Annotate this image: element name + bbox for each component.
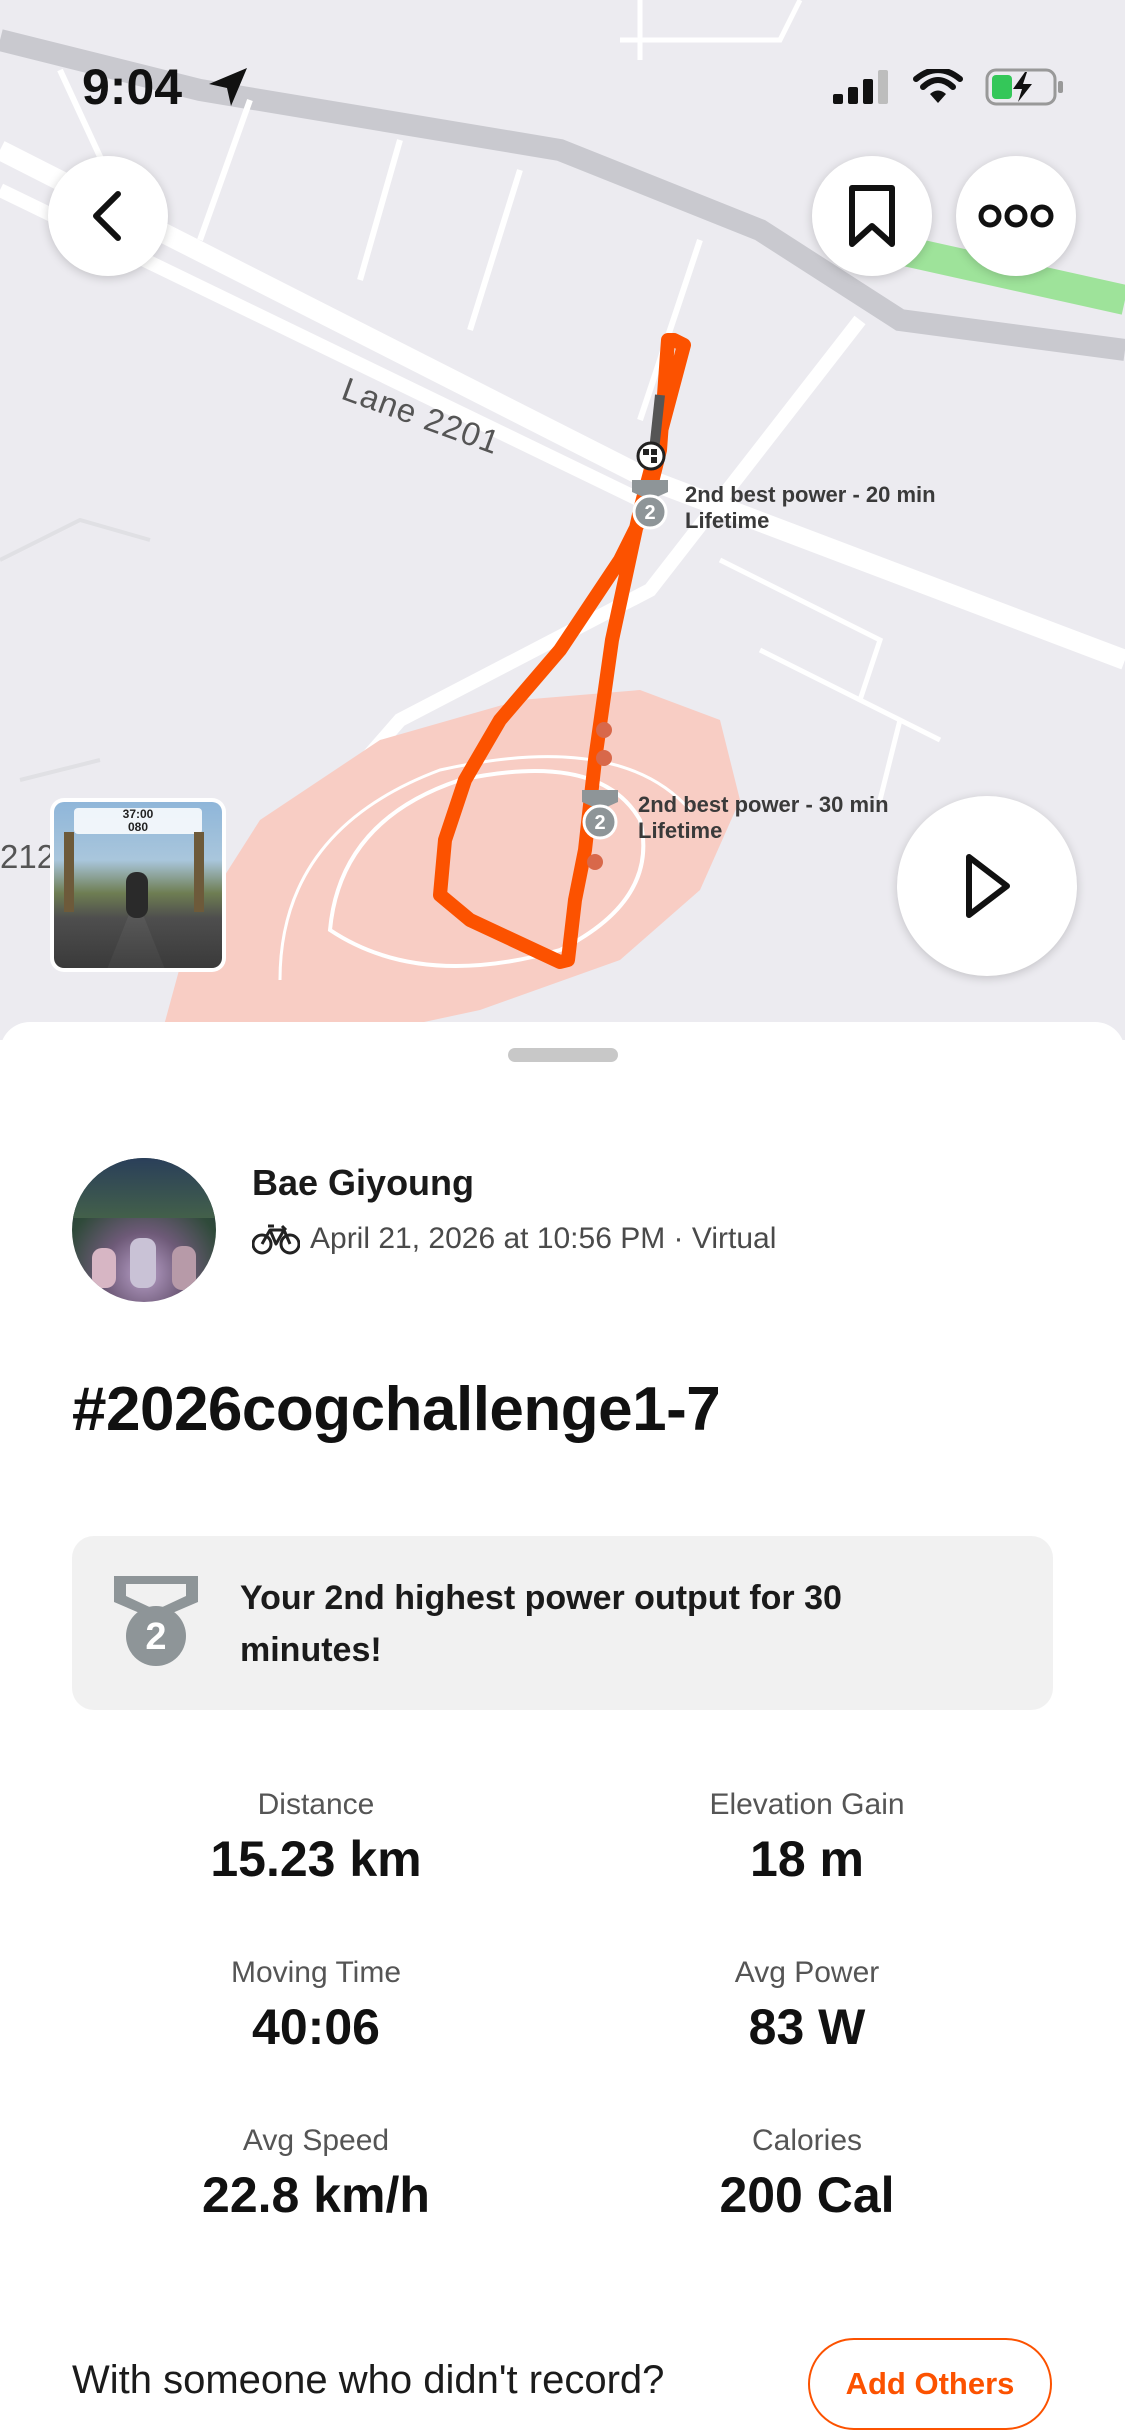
- activity-meta: April 21, 2026 at 10:56 PM · Virtual: [252, 1222, 776, 1256]
- virtual-ride-screenshot: 37:00 080: [54, 802, 222, 968]
- stat-avg-power: Avg Power 83 W: [567, 1956, 1047, 2056]
- medal-marker-icon[interactable]: 2: [628, 478, 672, 534]
- bicycle-icon: [252, 1224, 300, 1255]
- play-icon: [966, 854, 1010, 918]
- stat-label: Moving Time: [230, 1956, 402, 1989]
- achievement-label-30min: 2nd best power - 30 min Lifetime: [638, 792, 889, 843]
- stat-value: 18 m: [750, 1831, 864, 1887]
- stat-value: 40:06: [252, 1999, 380, 2055]
- road-label-partial: 212: [0, 838, 56, 875]
- athlete-name[interactable]: Bae Giyoung: [252, 1162, 474, 1204]
- medal-marker-icon[interactable]: 2: [578, 788, 622, 844]
- activity-date-type: April 21, 2026 at 10:56 PM · Virtual: [310, 1222, 777, 1255]
- achievement-banner[interactable]: 2 Your 2nd highest power output for 30 m…: [72, 1536, 1053, 1710]
- location-arrow-icon: [209, 68, 247, 106]
- stat-value: 200 Cal: [719, 2167, 895, 2223]
- add-others-button[interactable]: Add Others: [808, 2338, 1052, 2430]
- bookmark-button[interactable]: [812, 156, 932, 276]
- activity-photo-thumbnail[interactable]: 37:00 080: [50, 798, 226, 972]
- thumbnail-hud: 37:00 080: [74, 808, 202, 834]
- add-others-prompt: With someone who didn't record?: [72, 2358, 665, 2402]
- stat-avg-speed: Avg Speed 22.8 km/h: [76, 2124, 556, 2224]
- sheet-drag-handle[interactable]: [508, 1048, 618, 1062]
- stat-moving-time: Moving Time 40:06: [76, 1956, 556, 2056]
- status-icons: [833, 68, 1065, 106]
- svg-text:2: 2: [644, 502, 655, 524]
- svg-text:2: 2: [145, 1616, 166, 1658]
- chevron-left-icon: [93, 191, 121, 241]
- wifi-icon: [913, 69, 963, 103]
- achievement-label-20min: 2nd best power - 20 min Lifetime: [685, 482, 936, 533]
- battery-charging-icon: [985, 68, 1063, 106]
- stat-value: 22.8 km/h: [202, 2167, 430, 2223]
- stat-value: 15.23 km: [210, 1831, 422, 1887]
- activity-details-sheet: Bae Giyoung April 21, 2026 at 10:56 PM ·…: [0, 1022, 1125, 2436]
- stat-calories: Calories 200 Cal: [567, 2124, 1047, 2224]
- bookmark-icon: [849, 185, 895, 247]
- medal-icon: 2: [114, 1576, 198, 1666]
- avatar[interactable]: [72, 1158, 216, 1302]
- signal-icon: [833, 70, 888, 104]
- achievement-text: Your 2nd highest power output for 30 min…: [240, 1579, 842, 1669]
- activity-title: #2026cogchallenge1-7: [72, 1375, 721, 1444]
- more-options-button[interactable]: [956, 156, 1076, 276]
- stat-elevation-gain: Elevation Gain 18 m: [567, 1788, 1047, 1888]
- stat-label: Calories: [751, 2124, 863, 2157]
- play-flyover-button[interactable]: [897, 796, 1077, 976]
- route-map[interactable]: Lane 2201 212 2 2nd best power - 20 min …: [0, 0, 1125, 1040]
- stat-distance: Distance 15.23 km: [76, 1788, 556, 1888]
- stat-label: Elevation Gain: [709, 1788, 905, 1821]
- svg-text:2: 2: [594, 812, 605, 834]
- stat-label: Distance: [257, 1788, 375, 1821]
- stat-label: Avg Power: [734, 1956, 880, 1989]
- more-dots-icon: [978, 204, 1054, 228]
- stat-value: 83 W: [748, 1999, 866, 2055]
- back-button[interactable]: [48, 156, 168, 276]
- stat-label: Avg Speed: [242, 2124, 390, 2157]
- status-time: 9:04: [82, 59, 183, 115]
